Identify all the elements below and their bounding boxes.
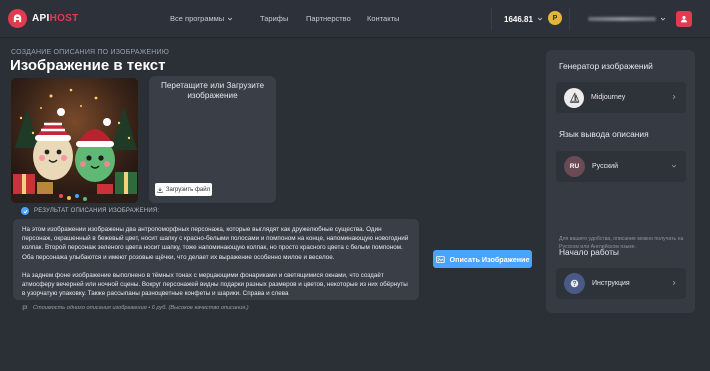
upload-file-button[interactable]: Загрузить файл (155, 183, 212, 196)
result-heading: РЕЗУЛЬТАТ ОПИСАНИЯ ИЗОБРАЖЕНИЯ: (21, 207, 159, 215)
chevron-down-icon (671, 164, 677, 168)
chevron-down-icon (660, 17, 666, 21)
language-select[interactable]: RU Русский (556, 151, 686, 182)
user-name-blurred (588, 17, 656, 21)
nav-contacts-label: Контакты (367, 14, 400, 23)
chevron-right-icon (672, 280, 676, 286)
logo-brand-b: HOST (49, 13, 79, 24)
nav-tariffs[interactable]: Тарифы (260, 14, 306, 23)
image-describe-icon (435, 255, 445, 263)
result-paragraph-1: На этом изображении изображены два антро… (22, 226, 409, 261)
upload-prompt: Перетащите или Загрузите изображение (160, 81, 265, 100)
question-icon (564, 273, 585, 294)
user-icon[interactable] (676, 11, 692, 27)
logo-brand-a: API (32, 13, 50, 24)
generator-select[interactable]: Midjourney (556, 82, 686, 113)
price-note-text: Стоимость одного описания изображения • … (33, 305, 249, 311)
language-value: Русский (592, 163, 618, 170)
language-heading: Язык вывода описания (559, 129, 649, 139)
download-icon (157, 187, 163, 193)
main-nav: Все программы Тарифы Партнерство Контакт… (170, 14, 399, 23)
logo-wordmark: APIHOST (32, 13, 79, 24)
check-icon (21, 207, 29, 215)
user-menu[interactable] (588, 11, 670, 27)
result-paragraph-2: На заднем фоне изображение выполнено в т… (22, 271, 408, 298)
balance-value: 1646.81 (504, 14, 533, 24)
result-heading-text: РЕЗУЛЬТАТ ОПИСАНИЯ ИЗОБРАЖЕНИЯ: (34, 208, 160, 214)
logo[interactable]: APIHOST (8, 9, 79, 28)
apihost-logo-icon (8, 9, 27, 28)
christmas-characters-image (11, 78, 138, 203)
uploaded-image-preview (11, 78, 138, 203)
generator-heading: Генератор изображений (559, 61, 653, 71)
top-header: APIHOST Все программы Тарифы Партнерство… (0, 0, 710, 38)
chevron-right-icon (672, 94, 676, 100)
price-note: Стоимость одного описания изображения • … (22, 305, 249, 311)
result-description-text[interactable]: На этом изображении изображены два антро… (13, 219, 419, 300)
nav-partnership[interactable]: Партнерство (306, 14, 367, 23)
nav-tariffs-label: Тарифы (260, 14, 289, 23)
nav-all-programs-label: Все программы (170, 14, 225, 23)
page-title: Изображение в текст (10, 57, 166, 74)
instruction-link[interactable]: Инструкция (556, 268, 686, 299)
describe-image-label: Описать Изображение (449, 254, 530, 264)
page-subtitle: СОЗДАНИЕ ОПИСАНИЯ ПО ИЗОБРАЖЕНИЮ (11, 49, 170, 56)
describe-image-button[interactable]: Описать Изображение (433, 250, 532, 268)
coin-badge[interactable]: P (548, 11, 562, 25)
upload-file-label: Загрузить файл (165, 186, 211, 193)
generator-value: Midjourney (591, 94, 626, 101)
language-code-badge: RU (564, 156, 585, 177)
nav-contacts[interactable]: Контакты (367, 14, 399, 23)
nav-all-programs[interactable]: Все программы (170, 14, 260, 23)
nav-partnership-label: Партнерство (306, 14, 351, 23)
start-heading: Начало работы (559, 247, 619, 257)
chevron-down-icon (228, 17, 233, 21)
flag-icon (22, 305, 28, 311)
chevron-down-icon (537, 17, 543, 21)
midjourney-icon (564, 87, 584, 108)
upload-dropzone[interactable]: Перетащите или Загрузите изображение Заг… (149, 76, 276, 203)
settings-sidebar: Генератор изображений Midjourney Язык вы… (546, 50, 695, 313)
instruction-label: Инструкция (592, 280, 630, 287)
